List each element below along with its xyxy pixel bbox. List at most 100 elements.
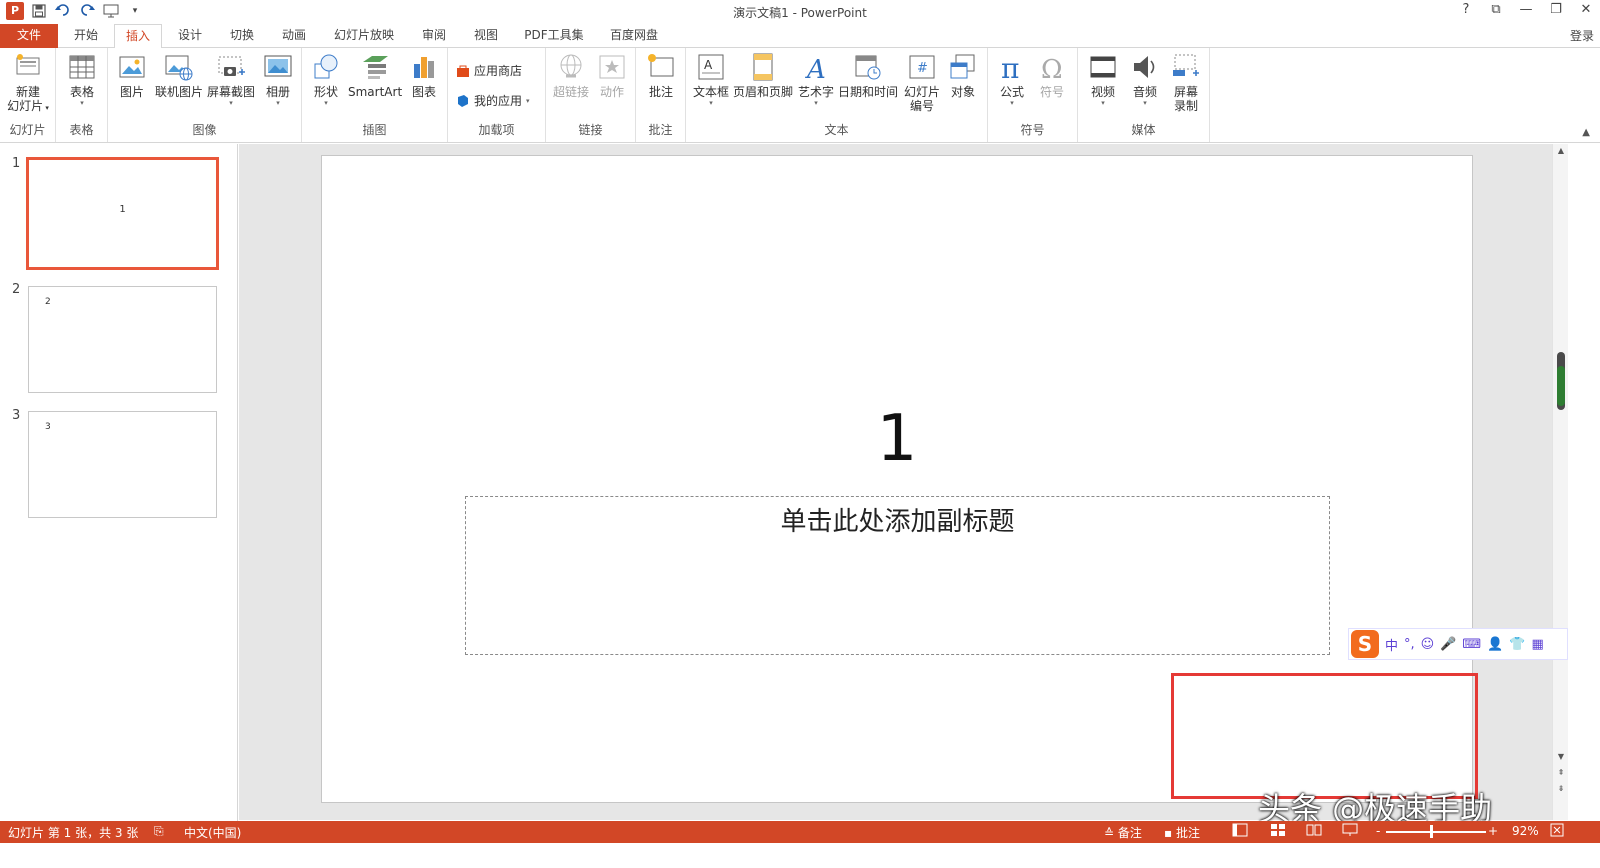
header-footer-icon (753, 53, 773, 81)
shapes-button[interactable]: 形状 ▾ (308, 52, 344, 107)
language-status[interactable]: 中文(中国) (184, 824, 241, 841)
symbol-button[interactable]: Ω 符号 (1034, 52, 1070, 99)
header-footer-button[interactable]: 页眉和页脚 (732, 52, 794, 99)
ime-emoji-icon[interactable]: ☺ (1421, 637, 1435, 652)
textbox-button[interactable]: A 文本框 ▾ (690, 52, 732, 107)
ribbon-display-options-icon[interactable]: ⧉ (1488, 2, 1504, 17)
collapse-ribbon-icon[interactable]: ▲ (1582, 127, 1590, 138)
help-icon[interactable]: ? (1458, 2, 1474, 17)
slide-number-button[interactable]: # 幻灯片 编号 (900, 52, 944, 113)
tab-baidu-netdisk[interactable]: 百度网盘 (602, 24, 666, 48)
comments-button[interactable]: ▪ 批注 (1164, 824, 1200, 841)
tab-slideshow[interactable]: 幻灯片放映 (326, 24, 402, 48)
my-apps-button[interactable]: 我的应用 ▾ (456, 92, 530, 109)
slideshow-view-icon[interactable] (1342, 823, 1358, 840)
smartart-button[interactable]: SmartArt (348, 52, 402, 99)
ime-user-icon[interactable]: 👤 (1487, 637, 1503, 652)
zoom-out-button[interactable]: - (1376, 824, 1380, 838)
ime-voice-icon[interactable]: 🎤 (1440, 637, 1456, 652)
pi-icon: π (1001, 52, 1019, 82)
ime-toolbox-icon[interactable]: ▦ (1532, 637, 1544, 652)
thumbnail-text: 2 (45, 297, 51, 307)
group-label-links: 链接 (578, 123, 603, 137)
group-text: A 文本框 ▾ 页眉和页脚 A 艺术字 ▾ 日期和时间 # 幻灯片 编号 对象 … (686, 48, 988, 142)
zoom-level[interactable]: 92% (1512, 824, 1539, 838)
normal-view-icon[interactable] (1232, 823, 1248, 840)
scroll-up-icon[interactable]: ▲ (1553, 144, 1569, 158)
scroll-down-icon[interactable]: ▼ (1553, 750, 1569, 764)
comment-button[interactable]: 批注 (642, 52, 680, 99)
zoom-slider-knob[interactable] (1430, 825, 1433, 838)
ime-keyboard-icon[interactable]: ⌨ (1462, 637, 1481, 652)
fit-to-window-icon[interactable] (1550, 823, 1564, 840)
spell-check-icon[interactable]: ⎘ (154, 824, 164, 839)
picture-button[interactable]: 图片 (114, 52, 150, 99)
screen-recording-button[interactable]: 屏幕 录制 (1166, 52, 1206, 113)
audio-button[interactable]: 音频 ▾ (1126, 52, 1164, 107)
thumbnail-number: 1 (12, 156, 21, 171)
minimize-icon[interactable]: — (1518, 2, 1534, 17)
sogou-logo-icon[interactable]: S (1351, 630, 1379, 658)
screenshot-button[interactable]: 屏幕截图 ▾ (206, 52, 256, 107)
slide-title[interactable]: 1 (322, 404, 1472, 474)
svg-text:A: A (805, 55, 826, 82)
photo-album-button[interactable]: 相册 ▾ (258, 52, 298, 107)
calendar-clock-icon (855, 55, 881, 80)
wordart-button[interactable]: A 艺术字 ▾ (796, 52, 836, 107)
office-store-button[interactable]: 应用商店 (456, 62, 522, 79)
textbox-icon: A (698, 54, 724, 80)
slide-thumbnail-3[interactable]: 3 (28, 411, 217, 518)
subtitle-placeholder[interactable]: 单击此处添加副标题 (465, 496, 1330, 655)
group-links: 超链接 动作 链接 (546, 48, 636, 142)
group-label-text: 文本 (824, 123, 849, 137)
tab-file[interactable]: 文件 (0, 24, 58, 48)
comment-icon (648, 54, 674, 77)
group-label-images: 图像 (192, 123, 217, 137)
slide-count-status: 幻灯片 第 1 张，共 3 张 (8, 826, 139, 840)
tab-design[interactable]: 设计 (168, 24, 212, 48)
date-time-button[interactable]: 日期和时间 (836, 52, 900, 99)
equation-button[interactable]: π 公式 ▾ (994, 52, 1030, 107)
video-button[interactable]: 视频 ▾ (1084, 52, 1122, 107)
group-comments: 批注 批注 (636, 48, 686, 142)
close-icon[interactable]: ✕ (1578, 2, 1594, 17)
speaker-icon (1134, 56, 1155, 78)
reading-view-icon[interactable] (1306, 823, 1322, 840)
slide-thumbnail-2[interactable]: 2 (28, 286, 217, 393)
screen-recording-icon (1173, 54, 1199, 76)
tab-pdf-tools[interactable]: PDF工具集 (516, 24, 592, 48)
tab-review[interactable]: 审阅 (412, 24, 456, 48)
hyperlink-button[interactable]: 超链接 (550, 52, 592, 99)
highlight-annotation-box (1171, 673, 1478, 799)
ime-chinese-mode-icon[interactable]: 中 (1385, 635, 1398, 654)
taskbar-edge (0, 843, 1600, 868)
group-slides: 新建 幻灯片 ▾ 幻灯片 (0, 48, 56, 142)
tab-animations[interactable]: 动画 (272, 24, 316, 48)
slide-sorter-view-icon[interactable] (1270, 823, 1286, 840)
ime-skin-icon[interactable]: 👕 (1509, 637, 1525, 652)
group-label-media: 媒体 (1131, 123, 1156, 137)
status-bar: 幻灯片 第 1 张，共 3 张 ⎘ 中文(中国) ≙ 备注 ▪ 批注 - + 9… (0, 821, 1600, 843)
chart-button[interactable]: 图表 (406, 52, 442, 99)
new-slide-button[interactable]: 新建 幻灯片 ▾ (4, 52, 52, 115)
tab-transitions[interactable]: 切换 (220, 24, 264, 48)
zoom-slider[interactable] (1386, 831, 1486, 833)
thumbnail-number: 2 (12, 282, 21, 297)
object-button[interactable]: 对象 (944, 52, 982, 99)
slide-thumbnail-1[interactable]: 1 (26, 157, 219, 270)
vertical-scrollbar[interactable]: ▲ ▼ ⇞ ⇟ (1552, 144, 1568, 820)
sign-in-link[interactable]: 登录 (1570, 27, 1594, 44)
ime-punctuation-icon[interactable]: °, (1404, 637, 1415, 652)
restore-icon[interactable]: ❐ (1548, 2, 1564, 17)
previous-slide-icon[interactable]: ⇞ (1553, 766, 1569, 780)
next-slide-icon[interactable]: ⇟ (1553, 782, 1569, 796)
tab-home[interactable]: 开始 (64, 24, 108, 48)
tab-view[interactable]: 视图 (464, 24, 508, 48)
action-button[interactable]: 动作 (594, 52, 630, 99)
online-picture-button[interactable]: 联机图片 (154, 52, 204, 99)
tab-insert[interactable]: 插入 (114, 24, 162, 49)
svg-text:#: # (917, 61, 928, 76)
table-button[interactable]: 表格 ▾ (62, 52, 102, 107)
notes-button[interactable]: ≙ 备注 (1104, 824, 1142, 841)
zoom-in-button[interactable]: + (1488, 824, 1498, 838)
